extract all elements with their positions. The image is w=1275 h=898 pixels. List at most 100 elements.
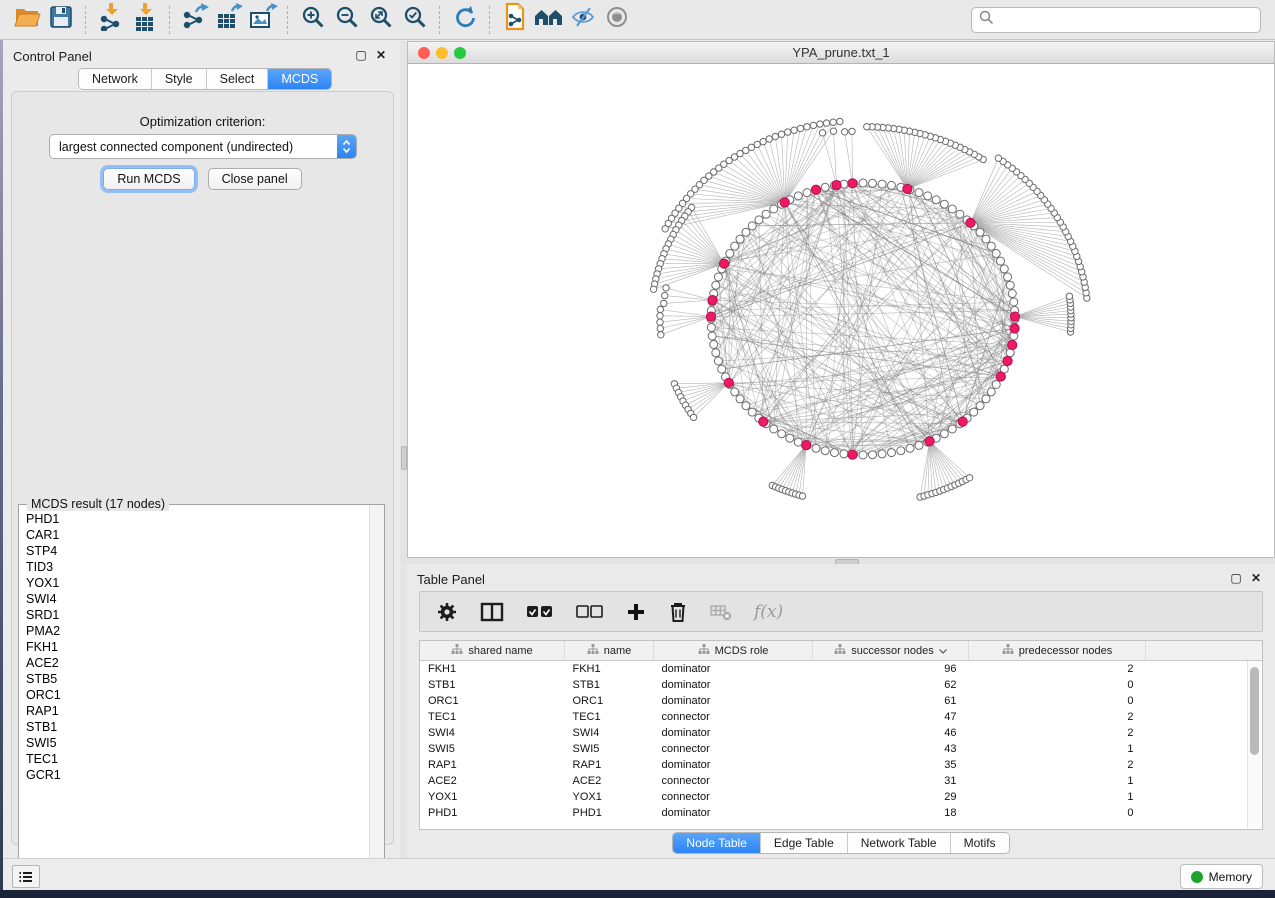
mcds-result-item[interactable]: CAR1 [20, 527, 369, 543]
table-scrollbar[interactable] [1247, 661, 1261, 828]
criterion-dropdown[interactable]: largest connected component (undirected) [49, 134, 357, 159]
column-header-predecessor-nodes[interactable]: predecessor nodes [969, 641, 1146, 661]
scrollbar-thumb[interactable] [1250, 667, 1259, 755]
deselect-all-icon[interactable] [576, 605, 604, 619]
show-graphics-details-button[interactable] [600, 4, 634, 36]
table-row[interactable]: FKH1FKH1dominator962 [420, 661, 1263, 678]
mcds-hub-node[interactable] [966, 218, 975, 227]
select-all-icon[interactable] [526, 605, 554, 619]
mcds-result-item[interactable]: STB1 [20, 719, 369, 735]
mcds-hub-node[interactable] [1008, 340, 1017, 349]
mcds-hub-node[interactable] [848, 450, 857, 459]
mcds-hub-node[interactable] [996, 372, 1005, 381]
close-panel-icon[interactable]: ✕ [1249, 571, 1263, 585]
mcds-result-item[interactable]: TEC1 [20, 751, 369, 767]
first-neighbors-button[interactable] [532, 4, 566, 36]
export-table-button[interactable] [212, 4, 246, 36]
tab-edge-table[interactable]: Edge Table [761, 833, 848, 853]
new-network-from-selection-button[interactable] [498, 4, 532, 36]
mcds-result-item[interactable]: ACE2 [20, 655, 369, 671]
mcds-result-item[interactable]: SRD1 [20, 607, 369, 623]
table-row[interactable]: ACE2ACE2connector311 [420, 773, 1263, 789]
mcds-result-item[interactable]: GCR1 [20, 767, 369, 783]
mcds-hub-node[interactable] [706, 312, 715, 321]
table-settings-gear-icon[interactable] [436, 601, 458, 623]
float-panel-icon[interactable]: ▢ [1229, 571, 1243, 585]
mcds-hub-node[interactable] [832, 181, 841, 190]
mcds-hub-node[interactable] [720, 259, 729, 268]
tab-motifs[interactable]: Motifs [951, 833, 1009, 853]
tab-mcds[interactable]: MCDS [268, 69, 331, 89]
mcds-result-item[interactable]: STB5 [20, 671, 369, 687]
zoom-out-button[interactable] [330, 4, 364, 36]
mcds-hub-node[interactable] [903, 184, 912, 193]
mcds-hub-node[interactable] [724, 378, 733, 387]
close-panel-icon[interactable]: ✕ [374, 48, 388, 62]
mcds-result-item[interactable]: SWI5 [20, 735, 369, 751]
run-mcds-button[interactable]: Run MCDS [103, 168, 194, 190]
table-row[interactable]: SWI5SWI5connector431 [420, 741, 1263, 757]
table-row[interactable]: RAP1RAP1dominator352 [420, 757, 1263, 773]
table-row[interactable]: STB1STB1dominator620 [420, 677, 1263, 693]
float-panel-icon[interactable]: ▢ [354, 48, 368, 62]
vertical-splitter[interactable] [400, 41, 407, 858]
tab-network[interactable]: Network [79, 69, 152, 89]
mcds-hub-node[interactable] [1003, 356, 1012, 365]
table-row[interactable]: ORC1ORC1dominator610 [420, 693, 1263, 709]
create-column-plus-icon[interactable] [626, 602, 646, 622]
memory-button[interactable]: Memory [1180, 864, 1263, 889]
column-header-name[interactable]: name [565, 641, 654, 661]
open-session-button[interactable] [10, 4, 44, 36]
mcds-result-item[interactable]: ORC1 [20, 687, 369, 703]
show-column-panel-icon[interactable] [480, 602, 504, 622]
mcds-hub-node[interactable] [1010, 324, 1019, 333]
refresh-view-button[interactable] [448, 4, 482, 36]
mcds-result-item[interactable]: TID3 [20, 559, 369, 575]
mcds-result-scrollbar[interactable] [369, 505, 384, 877]
search-box[interactable] [971, 7, 1261, 33]
column-header-shared-name[interactable]: shared name [420, 641, 565, 661]
search-input[interactable] [998, 10, 1260, 30]
mcds-result-item[interactable]: FKH1 [20, 639, 369, 655]
export-image-button[interactable] [246, 4, 280, 36]
mcds-hub-node[interactable] [925, 437, 934, 446]
mcds-hub-node[interactable] [708, 296, 717, 305]
mcds-result-item[interactable]: PMA2 [20, 623, 369, 639]
table-row[interactable]: TEC1TEC1connector472 [420, 709, 1263, 725]
mcds-result-item[interactable]: YOX1 [20, 575, 369, 591]
delete-trash-icon[interactable] [668, 601, 688, 623]
mcds-result-item[interactable]: RAP1 [20, 703, 369, 719]
mcds-hub-node[interactable] [759, 417, 768, 426]
tab-network-table[interactable]: Network Table [848, 833, 951, 853]
table-header[interactable]: shared namenameMCDS rolesuccessor nodesp… [420, 641, 1263, 661]
mcds-hub-node[interactable] [958, 417, 967, 426]
zoom-selected-button[interactable] [398, 4, 432, 36]
network-window-titlebar[interactable]: YPA_prune.txt_1 [408, 42, 1274, 64]
table-row[interactable]: PHD1PHD1dominator180 [420, 805, 1263, 821]
tab-style[interactable]: Style [152, 69, 207, 89]
close-panel-button[interactable]: Close panel [208, 168, 302, 190]
mcds-hub-node[interactable] [811, 185, 820, 194]
mcds-hub-node[interactable] [1010, 312, 1019, 321]
import-network-button[interactable] [94, 4, 128, 36]
column-header-successor-nodes[interactable]: successor nodes [813, 641, 969, 661]
mcds-result-item[interactable]: SWI4 [20, 591, 369, 607]
zoom-fit-button[interactable] [364, 4, 398, 36]
mcds-result-item[interactable]: STP4 [20, 543, 369, 559]
mcds-hub-node[interactable] [848, 179, 857, 188]
column-header-MCDS-role[interactable]: MCDS role [654, 641, 813, 661]
save-session-button[interactable] [44, 4, 78, 36]
network-canvas[interactable] [408, 64, 1274, 557]
mcds-hub-node[interactable] [780, 198, 789, 207]
table-row[interactable]: YOX1YOX1connector291 [420, 789, 1263, 805]
hide-graphics-details-button[interactable] [566, 4, 600, 36]
mcds-result-item[interactable]: PHD1 [20, 511, 369, 527]
zoom-in-button[interactable] [296, 4, 330, 36]
show-log-console-button[interactable] [12, 865, 40, 888]
tab-node-table[interactable]: Node Table [673, 833, 761, 853]
export-network-button[interactable] [178, 4, 212, 36]
import-table-button[interactable] [128, 4, 162, 36]
tab-select[interactable]: Select [207, 69, 269, 89]
table-row[interactable]: SWI4SWI4dominator462 [420, 725, 1263, 741]
mcds-hub-node[interactable] [802, 441, 811, 450]
